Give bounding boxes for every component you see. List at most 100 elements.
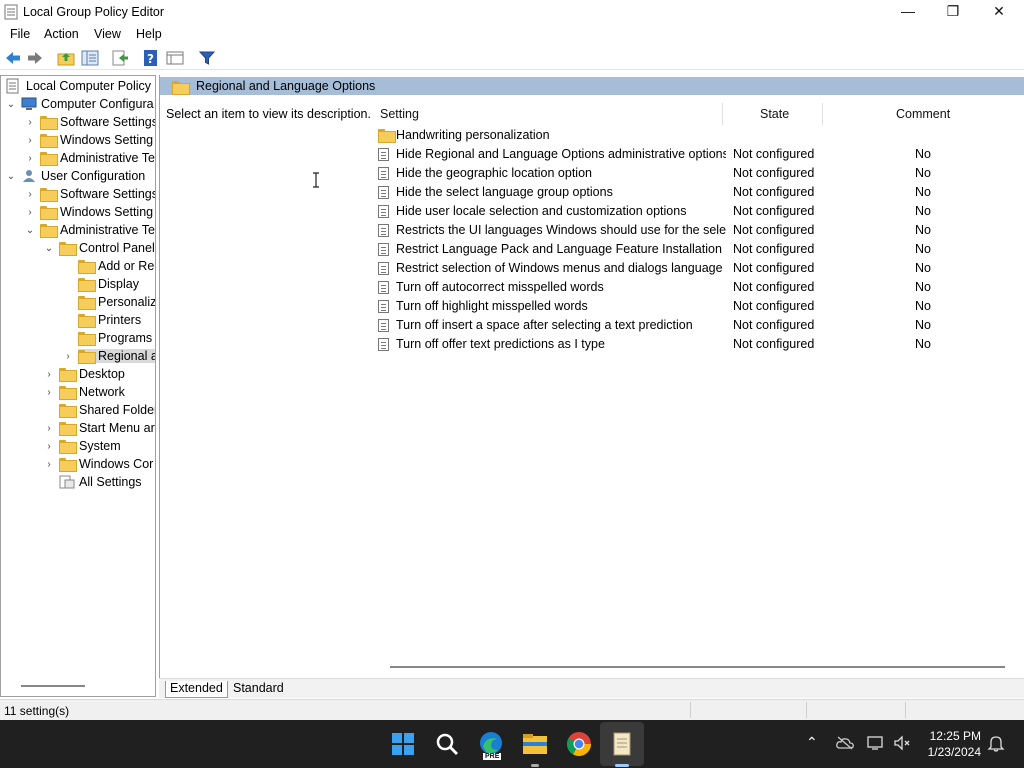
table-row[interactable]: Hide the select language group options N… [378,183,1018,202]
folder-icon [59,386,77,400]
forward-arrow-icon[interactable] [26,49,44,67]
column-header-state[interactable]: State [760,107,789,121]
chrome-icon[interactable] [565,730,593,758]
back-arrow-icon[interactable] [4,49,22,67]
chevron-right-icon[interactable]: › [24,149,36,167]
policy-document-icon [6,78,19,94]
tree-item-all-settings[interactable]: All Settings [43,473,142,491]
menu-action[interactable]: Action [44,27,79,41]
network-icon[interactable] [867,735,885,751]
tree-item-label: Add or Re [98,259,155,273]
tree-item-windows-settings[interactable]: › Windows Setting [24,131,153,149]
table-row[interactable]: Restrict Language Pack and Language Feat… [378,240,1018,259]
tree-item-user-administrative-templates[interactable]: ⌄ Administrative Te [24,221,155,239]
show-hidden-icons-chevron-icon[interactable]: ⌃ [806,734,818,751]
chevron-right-icon[interactable]: › [24,131,36,149]
notification-bell-icon[interactable] [987,734,1005,752]
tree-item-user-configuration[interactable]: ⌄ User Configuration [5,167,145,185]
table-row[interactable]: Restricts the UI languages Windows shoul… [378,221,1018,240]
tree-item-user-windows-settings[interactable]: › Windows Setting [24,203,153,221]
column-divider[interactable] [822,103,823,125]
policy-setting-icon [378,167,389,180]
volume-muted-icon[interactable] [893,735,911,751]
minimize-button[interactable]: — [885,0,931,22]
tree-item-windows-components[interactable]: › Windows Cor [43,455,153,473]
notepad-icon[interactable] [608,730,636,758]
chevron-right-icon[interactable]: › [62,347,74,365]
tree-item-label: Windows Setting [60,205,154,219]
tree-item-regional-and-language[interactable]: › Regional a [62,347,155,365]
chevron-right-icon[interactable]: › [24,185,36,203]
tree-item-network[interactable]: › Network [43,383,125,401]
search-icon[interactable] [433,730,461,758]
tree-item-start-menu[interactable]: › Start Menu ar [43,419,155,437]
table-row[interactable]: Turn off highlight misspelled words Not … [378,297,1018,316]
chevron-down-icon[interactable]: ⌄ [5,95,17,113]
table-row[interactable]: Hide the geographic location option Not … [378,164,1018,183]
tree-horizontal-scrollbar[interactable] [21,685,85,687]
chevron-right-icon[interactable]: › [43,419,55,437]
tree-item-printers[interactable]: Printers [62,311,141,329]
file-explorer-icon[interactable] [521,730,549,758]
chevron-right-icon[interactable]: › [43,437,55,455]
menu-file[interactable]: File [10,27,30,41]
tree-item-desktop[interactable]: › Desktop [43,365,125,383]
tree-item-administrative-templates[interactable]: › Administrative Te [24,149,155,167]
tree-item-programs[interactable]: Programs [62,329,152,347]
table-row[interactable]: Hide Regional and Language Options admin… [378,145,1018,164]
tab-standard[interactable]: Standard [229,681,288,695]
table-row[interactable]: Turn off autocorrect misspelled words No… [378,278,1018,297]
folder-icon [78,350,96,364]
row-comment: No [915,280,931,294]
filter-icon[interactable] [198,49,216,67]
chevron-down-icon[interactable]: ⌄ [43,239,55,257]
tree-item-shared-folders[interactable]: Shared Folder [43,401,155,419]
properties-icon[interactable] [166,49,184,67]
chevron-right-icon[interactable]: › [43,365,55,383]
tree-item-control-panel[interactable]: ⌄ Control Panel [43,239,155,257]
tree-item-user-software-settings[interactable]: › Software Settings [24,185,155,203]
column-header-setting[interactable]: Setting [380,107,419,121]
tree-item-label: Start Menu ar [79,421,155,435]
tree-item-personalization[interactable]: Personaliz [62,293,155,311]
row-state: Not configured [733,280,815,294]
tab-extended[interactable]: Extended [165,681,228,698]
chevron-right-icon[interactable]: › [43,455,55,473]
chevron-down-icon[interactable]: ⌄ [5,167,17,185]
tree-root[interactable]: Local Computer Policy [5,77,151,95]
export-list-icon[interactable] [111,49,129,67]
chevron-right-icon[interactable]: › [24,203,36,221]
table-row[interactable]: Hide user locale selection and customiza… [378,202,1018,221]
tree-item-add-or-remove[interactable]: Add or Re [62,257,154,275]
folder-icon [40,206,58,220]
close-button[interactable]: ✕ [976,0,1022,22]
details-horizontal-scrollbar[interactable] [390,666,1005,668]
column-divider[interactable] [722,103,723,125]
table-row[interactable]: Turn off offer text predictions as I typ… [378,335,1018,354]
row-comment: No [915,242,931,256]
chevron-right-icon[interactable]: › [24,113,36,131]
tree-item-display[interactable]: Display [62,275,139,293]
row-setting: Hide the select language group options [396,185,613,199]
chevron-right-icon[interactable]: › [43,383,55,401]
table-row[interactable]: Turn off insert a space after selecting … [378,316,1018,335]
tree-item-label: Windows Setting [60,133,154,147]
chevron-down-icon[interactable]: ⌄ [24,221,36,239]
help-icon[interactable]: ? [142,49,160,67]
list-item-folder[interactable]: Handwriting personalization [378,126,1018,145]
up-folder-icon[interactable] [57,49,75,67]
windows-start-icon[interactable] [389,730,417,758]
menu-help[interactable]: Help [136,27,162,41]
folder-icon [59,404,77,418]
maximize-button[interactable]: ❐ [930,0,976,22]
tree-item-computer-configuration[interactable]: ⌄ Computer Configura [5,95,154,113]
tree-item-software-settings[interactable]: › Software Settings [24,113,155,131]
onedrive-icon[interactable] [836,736,854,750]
column-header-comment[interactable]: Comment [896,107,950,121]
show-hide-tree-icon[interactable] [81,49,99,67]
tree-item-system[interactable]: › System [43,437,121,455]
table-row[interactable]: Restrict selection of Windows menus and … [378,259,1018,278]
menu-view[interactable]: View [94,27,121,41]
system-clock[interactable]: 12:25 PM 1/23/2024 [928,728,981,760]
status-divider [806,702,807,718]
